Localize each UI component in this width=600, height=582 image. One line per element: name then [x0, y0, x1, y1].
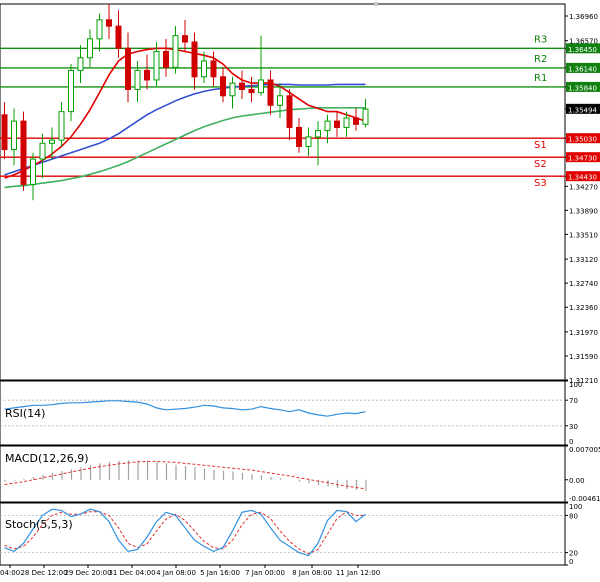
time-axis-label: 8 Jan 08:00: [292, 569, 332, 577]
candle-body: [172, 35, 179, 68]
rsi-axis-label: 100: [569, 381, 582, 389]
candle-body: [96, 19, 103, 40]
candle: [20, 111, 27, 191]
candle-body: [87, 38, 93, 59]
price-axis-label: 1.32740: [569, 280, 598, 288]
macd-axis-label: 0.007005: [569, 446, 600, 454]
candle-body: [220, 76, 226, 97]
candle-body: [286, 95, 293, 128]
level-label-s3: S3: [534, 178, 547, 189]
price-axis-label: 1.33890: [569, 207, 598, 215]
candle-body: [125, 47, 131, 90]
price-axis-label: 1.33510: [569, 231, 598, 239]
macd-label: MACD(12,26,9): [5, 452, 89, 465]
stoch-axis-label: 100: [569, 503, 582, 511]
level-label-r2: R2: [534, 54, 547, 65]
macd-axis-label: -0.004617: [569, 495, 600, 503]
candle-body: [144, 69, 150, 81]
candle-body: [153, 50, 160, 81]
level-label-s2: S2: [534, 159, 547, 170]
price-axis-label: 1.31590: [569, 353, 598, 361]
price-axis-label: 1.32360: [569, 304, 598, 312]
chart-canvas[interactable]: R3R2R1S1S2S31.369601.365701.364501.36140…: [0, 0, 600, 582]
stoch-label: Stoch(5,5,3): [5, 518, 73, 531]
stoch-axis-label: 0: [569, 558, 573, 566]
rsi-axis-label: 0: [569, 438, 573, 446]
candle-body: [191, 41, 198, 78]
candle-body: [115, 25, 122, 49]
price-tag-label: 1.35494: [568, 106, 597, 114]
candle-body: [58, 111, 65, 141]
candle-body: [182, 35, 188, 43]
candle-body: [324, 120, 331, 132]
candle-body: [296, 126, 302, 147]
time-axis-label: 4 Jan 08:00: [156, 569, 196, 577]
price-tag-label: 1.34730: [568, 155, 597, 163]
price-tag-label: 1.35030: [568, 136, 597, 144]
price-tag-label: 1.36140: [568, 65, 597, 73]
trading-chart-window: R3 R2 R1 S1 S2 S3 1.36960 1.36570 1.36450 1.36140…: [0, 0, 600, 582]
candle-body: [334, 120, 340, 128]
candle-body: [68, 69, 74, 113]
time-axis-label: 29 Dec 20:00: [64, 569, 111, 577]
candle-body: [353, 117, 359, 125]
time-axis-label: 31 Dec 04:00: [108, 569, 155, 577]
time-axis-label: 5 Jan 16:00: [200, 569, 240, 577]
rsi-label: RSI(14): [5, 407, 45, 420]
candle-body: [1, 114, 8, 151]
candle-body: [30, 158, 36, 185]
candle-body: [134, 69, 141, 90]
candle-body: [258, 79, 264, 94]
candle-body: [39, 142, 46, 160]
candle-body: [248, 88, 255, 94]
rsi-pane[interactable]: [0, 380, 566, 446]
candle-body: [201, 60, 207, 78]
time-axis-label: 11 Jan 12:00: [336, 569, 380, 577]
price-tag-label: 1.36450: [568, 46, 597, 54]
price-tag-label: 1.34430: [568, 174, 597, 182]
candle-body: [11, 120, 17, 151]
level-label-r1: R1: [534, 73, 547, 84]
price-axis-label: 1.36960: [569, 13, 598, 21]
candle-body: [210, 60, 217, 78]
time-axis-label: 7 Jan 00:00: [245, 569, 285, 577]
price-axis-label: 1.34270: [569, 183, 598, 191]
candle-body: [49, 139, 55, 144]
candle-body: [229, 82, 236, 97]
rsi-axis-label: 30: [569, 423, 578, 431]
main-price-pane[interactable]: [0, 3, 566, 381]
chart-scroll-marker[interactable]: [374, 2, 378, 6]
price-axis-label: 1.33120: [569, 256, 598, 264]
price-tag-label: 1.35840: [568, 84, 597, 92]
level-label-r3: R3: [534, 34, 547, 45]
candle-body: [305, 136, 312, 147]
time-axis-label: 04:00: [0, 569, 20, 577]
candle-body: [267, 79, 274, 106]
candle-body: [362, 108, 369, 125]
macd-axis-label: 0.00: [569, 477, 585, 485]
candle-body: [106, 19, 112, 27]
candle-body: [77, 57, 84, 71]
time-axis-label: 28 Dec 12:00: [20, 569, 67, 577]
level-label-s1: S1: [534, 140, 547, 151]
stoch-axis-label: 80: [569, 512, 578, 520]
price-axis-label: 1.31970: [569, 329, 598, 337]
rsi-axis-label: 70: [569, 397, 578, 405]
stoch-axis-label: 20: [569, 550, 578, 558]
candle-body: [315, 130, 321, 138]
candle-body: [277, 95, 283, 106]
candle-body: [239, 82, 245, 90]
candle-body: [20, 120, 27, 185]
candle-body: [163, 50, 169, 68]
candle-body: [343, 117, 350, 128]
